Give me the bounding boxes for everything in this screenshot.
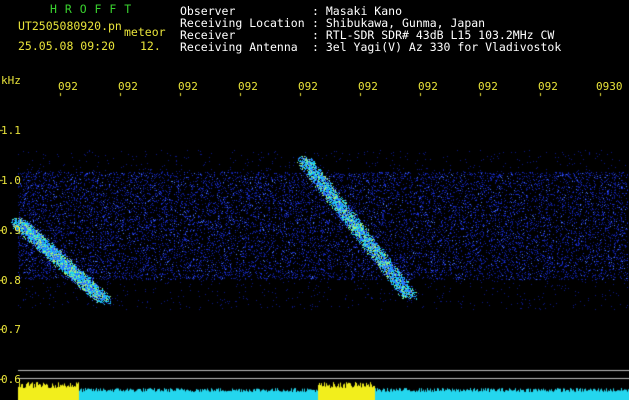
y-tick-label: 0.6 — [1, 373, 21, 386]
y-tick-label: 0.7 — [1, 323, 21, 336]
event-label: meteor — [124, 25, 166, 39]
x-tick-label: 092 — [358, 80, 378, 93]
field-value-antenna: : 3el Yagi(V) Az 330 for Vladivostok — [312, 40, 562, 54]
timestamp: 25.05.08 09:20 — [18, 39, 115, 53]
x-tick-label: 092 — [478, 80, 498, 93]
field-key-antenna: Receiving Antenna — [180, 40, 298, 54]
number-label: 12. — [140, 39, 161, 53]
x-tick-label: 092 — [238, 80, 258, 93]
x-tick-label: 092 — [58, 80, 78, 93]
y-tick-label: 1.0 — [1, 174, 21, 187]
x-tick-label: 092 — [538, 80, 558, 93]
y-axis-unit: kHz — [1, 74, 21, 87]
y-tick-label: 0.8 — [1, 274, 21, 287]
x-tick-label: 092 — [418, 80, 438, 93]
spectrogram-canvas — [0, 0, 629, 400]
filename: UT2505080920.pn — [18, 19, 122, 33]
y-tick-label: 0.9 — [1, 224, 21, 237]
x-tick-label: 092 — [118, 80, 138, 93]
y-tick-label: 1.1 — [1, 124, 21, 137]
x-tick-label: 092 — [298, 80, 318, 93]
x-tick-label: 092 — [178, 80, 198, 93]
x-tick-label: 0930 — [596, 80, 623, 93]
app-name: H R O F F T — [50, 2, 132, 16]
